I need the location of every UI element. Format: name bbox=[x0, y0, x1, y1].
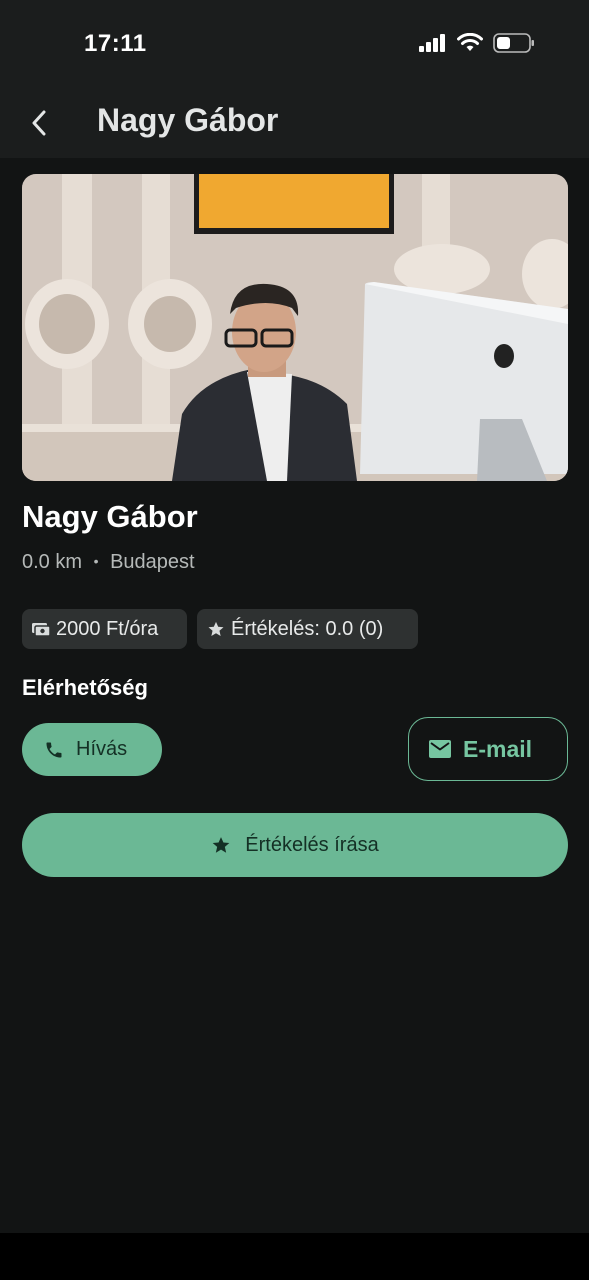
write-review-button[interactable]: Értékelés írása bbox=[22, 813, 568, 877]
rating-chip: Értékelés: 0.0 (0) bbox=[197, 609, 418, 649]
rating-label: Értékelés: 0.0 (0) bbox=[231, 617, 384, 640]
bottom-safe-area bbox=[0, 1233, 589, 1280]
star-icon bbox=[208, 621, 224, 636]
profile-name: Nagy Gábor bbox=[22, 499, 198, 534]
phone-icon bbox=[46, 742, 62, 757]
price-label: 2000 Ft/óra bbox=[56, 617, 159, 640]
call-label: Hívás bbox=[76, 738, 128, 760]
email-label: E-mail bbox=[463, 735, 533, 762]
mail-icon bbox=[429, 740, 451, 758]
call-button[interactable]: Hívás bbox=[22, 723, 162, 776]
wifi-icon bbox=[457, 33, 483, 51]
write-review-label: Értékelés írása bbox=[245, 833, 379, 856]
cash-icon bbox=[32, 623, 50, 637]
back-button[interactable] bbox=[18, 101, 62, 145]
city-text: Budapest bbox=[110, 551, 195, 573]
app-bar: Nagy Gábor bbox=[0, 88, 589, 158]
location-info: 0.0 km • Budapest bbox=[22, 551, 195, 574]
price-chip: 2000 Ft/óra bbox=[22, 609, 187, 649]
cellular-signal-icon bbox=[419, 34, 445, 52]
page-title: Nagy Gábor bbox=[97, 102, 279, 138]
email-button[interactable]: E-mail bbox=[408, 717, 568, 781]
status-time: 17:11 bbox=[84, 30, 147, 57]
separator-dot: • bbox=[93, 553, 99, 569]
profile-photo bbox=[22, 174, 568, 481]
chevron-left-icon bbox=[32, 110, 46, 136]
contact-section-title: Elérhetőség bbox=[22, 675, 148, 700]
distance-text: 0.0 km bbox=[22, 551, 83, 573]
status-icons bbox=[419, 30, 535, 56]
battery-icon bbox=[493, 33, 534, 53]
status-bar: 17:11 bbox=[0, 0, 589, 88]
star-icon bbox=[212, 837, 230, 853]
